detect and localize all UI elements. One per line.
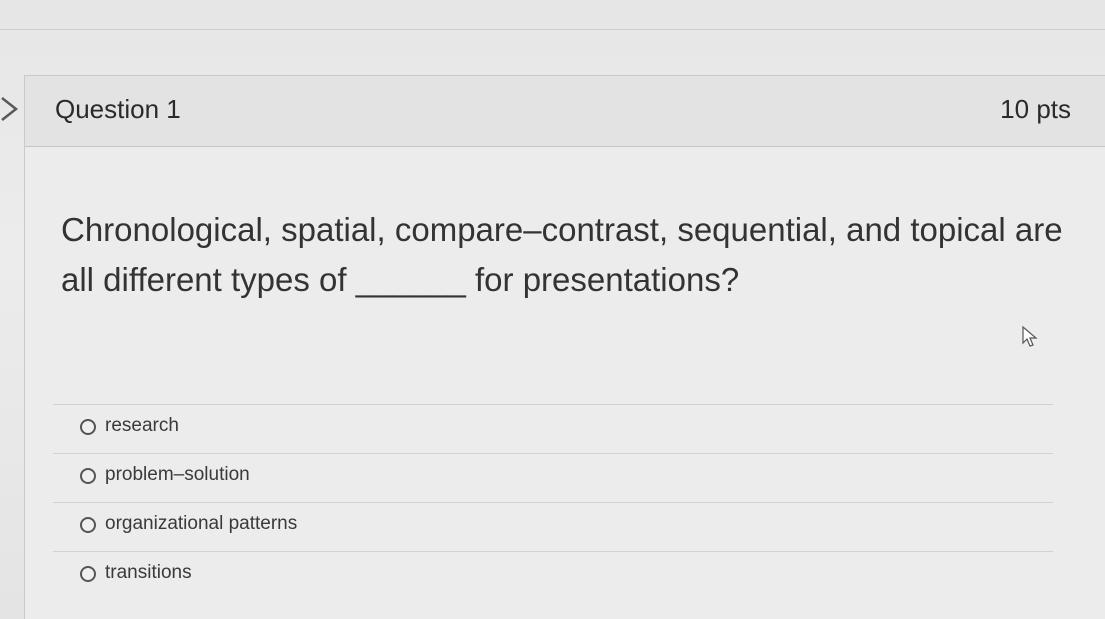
- chevron-right-icon[interactable]: [0, 94, 24, 124]
- question-points: 10 pts: [1000, 94, 1071, 124]
- question-header: Question 1 10 pts: [25, 76, 1105, 147]
- answer-list: research problem–solution organizational…: [53, 404, 1053, 600]
- question-body: Chronological, spatial, compare–contrast…: [25, 147, 1105, 619]
- answer-option[interactable]: transitions: [53, 551, 1053, 600]
- question-text: Chronological, spatial, compare–contrast…: [61, 211, 1063, 298]
- radio-unselected-icon[interactable]: [80, 419, 96, 435]
- answer-label: research: [105, 415, 179, 436]
- question-title: Question 1: [55, 94, 181, 124]
- answer-option[interactable]: problem–solution: [53, 453, 1053, 502]
- answer-label: transitions: [105, 562, 192, 583]
- answer-label: problem–solution: [105, 464, 250, 485]
- answer-label: organizational patterns: [105, 513, 298, 534]
- question-card: Question 1 10 pts Chronological, spatial…: [24, 75, 1105, 619]
- quiz-page: Question 1 10 pts Chronological, spatial…: [0, 0, 1105, 619]
- answer-option[interactable]: research: [53, 404, 1053, 453]
- radio-unselected-icon[interactable]: [80, 517, 96, 533]
- divider: [0, 29, 1105, 30]
- radio-unselected-icon[interactable]: [80, 566, 96, 582]
- answer-option[interactable]: organizational patterns: [53, 502, 1053, 551]
- radio-unselected-icon[interactable]: [80, 468, 96, 484]
- mouse-pointer-icon: [1022, 326, 1038, 347]
